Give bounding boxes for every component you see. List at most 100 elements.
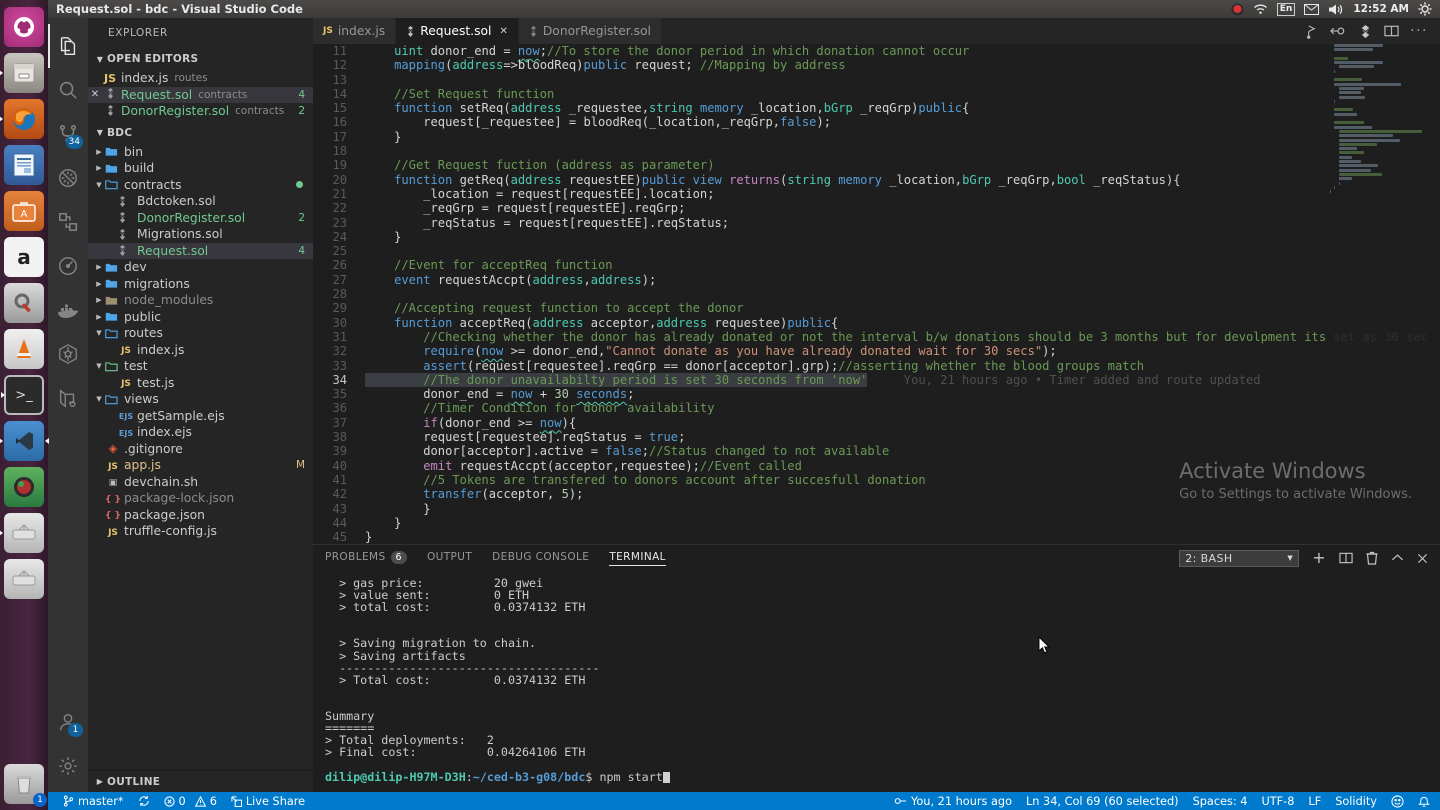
launcher-files[interactable]	[0, 53, 44, 93]
solidity-icon[interactable]	[1358, 24, 1373, 39]
tree-item-public[interactable]: ▶ public	[88, 309, 313, 326]
launcher-amazon[interactable]: a	[4, 237, 44, 277]
status-git-blame[interactable]: You, 21 hours ago	[887, 792, 1019, 810]
tree-item-package-json[interactable]: { } package.json	[88, 507, 313, 524]
tree-item-bin[interactable]: ▶ bin	[88, 144, 313, 161]
launcher-disk-1[interactable]	[0, 513, 44, 553]
launcher-disk-2[interactable]	[4, 559, 44, 599]
minimap[interactable]	[1330, 44, 1426, 544]
tree-item-package-lock-json[interactable]: { } package-lock.json	[88, 490, 313, 507]
terminal-selector[interactable]: 2: bash ▼	[1179, 549, 1300, 567]
split-debug-icon[interactable]	[1330, 24, 1347, 38]
activitybar-testing[interactable]	[48, 244, 88, 288]
launcher-ubuntu-dash[interactable]	[4, 7, 44, 47]
activitybar-docker[interactable]	[48, 288, 88, 332]
launcher-system-settings[interactable]	[4, 283, 44, 323]
activitybar-run-debug[interactable]	[48, 156, 88, 200]
status-warnings[interactable]: 6	[193, 792, 224, 810]
open-editor-donorregister-sol[interactable]: DonorRegister.sol contracts 2	[88, 103, 313, 120]
activitybar-extensions[interactable]	[48, 200, 88, 244]
tree-item-test[interactable]: ▼ test	[88, 358, 313, 375]
tree-item-truffle-config-js[interactable]: JS truffle-config.js	[88, 523, 313, 540]
tree-item-migrations[interactable]: ▶ migrations	[88, 276, 313, 293]
tree-item-views[interactable]: ▼ views	[88, 391, 313, 408]
status-errors[interactable]: 0	[157, 792, 193, 810]
activitybar-explorer[interactable]	[48, 24, 88, 68]
panel-tab-debug-console[interactable]: DEBUG CONSOLE	[492, 551, 589, 565]
mail-icon[interactable]	[1304, 3, 1320, 15]
tree-item-app-js[interactable]: JS app.js M	[88, 457, 313, 474]
activitybar-accounts[interactable]: 1	[48, 700, 88, 744]
status-eol[interactable]: LF	[1301, 792, 1328, 810]
status-notifications[interactable]	[1411, 792, 1432, 810]
panel-tab-terminal[interactable]: TERMINAL	[609, 551, 666, 566]
maximize-panel-icon[interactable]	[1391, 553, 1404, 563]
tree-item-request-sol[interactable]: Request.sol 4	[88, 242, 313, 259]
section-open-editors[interactable]: ▼ OPEN EDITORS	[88, 48, 313, 70]
editor-scrollbar[interactable]	[1426, 44, 1440, 544]
keyboard-layout-indicator[interactable]: En	[1276, 2, 1296, 16]
status-language-mode[interactable]: Solidity	[1328, 792, 1384, 810]
tab-donorregister-sol[interactable]: DonorRegister.sol	[518, 18, 662, 44]
section-outline[interactable]: ▶ OUTLINE	[88, 770, 313, 792]
activitybar-source-control[interactable]: 34	[48, 112, 88, 156]
launcher-shotwell[interactable]	[4, 467, 44, 507]
kill-terminal-icon[interactable]	[1366, 551, 1378, 565]
tree-item-bdctoken-sol[interactable]: Bdctoken.sol	[88, 193, 313, 210]
tree-item-index-js[interactable]: JS index.js	[88, 342, 313, 359]
tab-request-sol[interactable]: Request.sol ✕	[396, 18, 519, 44]
section-project-bdc[interactable]: ▼ BDC	[88, 122, 313, 144]
tree-item-routes[interactable]: ▼ routes	[88, 325, 313, 342]
launcher-ubuntu-software[interactable]: A	[4, 191, 44, 231]
wifi-icon[interactable]	[1253, 3, 1268, 15]
code-content[interactable]: 11 uint donor_end = now;//To store the d…	[313, 44, 1440, 544]
gear-icon[interactable]	[1418, 2, 1432, 16]
launcher-terminal[interactable]: >_	[1, 375, 44, 415]
split-terminal-icon[interactable]	[1339, 552, 1353, 564]
tree-item-dev[interactable]: ▶ dev	[88, 259, 313, 276]
status-live-share[interactable]: Live Share	[224, 792, 312, 810]
open-editor-index-js[interactable]: JS index.js routes	[88, 70, 313, 87]
split-editor-icon[interactable]	[1384, 24, 1399, 38]
launcher-libreoffice-writer[interactable]	[4, 145, 44, 185]
tree-item-build[interactable]: ▶ build	[88, 160, 313, 177]
panel-tab-output[interactable]: OUTPUT	[427, 551, 472, 565]
open-editor-request-sol[interactable]: ✕ Request.sol contracts 4	[88, 86, 313, 103]
activitybar-kubernetes[interactable]	[48, 332, 88, 376]
tab-index-js[interactable]: JS index.js	[313, 18, 397, 44]
status-sync[interactable]	[131, 792, 157, 810]
launcher-firefox[interactable]	[0, 99, 44, 139]
panel-tab-problems[interactable]: PROBLEMS 6	[325, 550, 407, 566]
status-encoding[interactable]: UTF-8	[1254, 792, 1301, 810]
status-feedback[interactable]	[1384, 792, 1411, 810]
activitybar-search[interactable]	[48, 68, 88, 112]
tree-item-getsample-ejs[interactable]: EJS getSample.ejs	[88, 408, 313, 425]
launcher-vlc[interactable]	[4, 329, 44, 369]
tree-item-devchain-sh[interactable]: ▣ devchain.sh	[88, 474, 313, 491]
activitybar-live-share[interactable]	[48, 376, 88, 420]
code-editor[interactable]: 11 uint donor_end = now;//To store the d…	[313, 44, 1440, 544]
terminal-output[interactable]: > gas price: 20 gwei > value sent: 0 ETH…	[313, 571, 1440, 792]
activitybar-manage[interactable]	[48, 744, 88, 788]
status-branch[interactable]: master*	[56, 792, 131, 810]
more-actions-icon[interactable]: ···	[1410, 24, 1428, 38]
close-icon[interactable]: ✕	[499, 26, 507, 37]
launcher-visual-studio-code[interactable]	[0, 421, 49, 461]
run-icon[interactable]	[1304, 24, 1319, 39]
status-cursor-position[interactable]: Ln 34, Col 69 (60 selected)	[1019, 792, 1186, 810]
volume-icon[interactable]	[1328, 3, 1344, 16]
record-icon[interactable]	[1231, 3, 1244, 16]
tree-item-test-js[interactable]: JS test.js	[88, 375, 313, 392]
close-panel-icon[interactable]	[1417, 553, 1428, 564]
clock[interactable]: 12:52 AM	[1353, 3, 1409, 15]
tree-item-node-modules[interactable]: ▶ node_modules	[88, 292, 313, 309]
close-icon[interactable]: ✕	[88, 89, 102, 100]
status-indentation[interactable]: Spaces: 4	[1186, 792, 1255, 810]
tree-item-donorregister-sol[interactable]: DonorRegister.sol 2	[88, 210, 313, 227]
new-terminal-icon[interactable]: +	[1312, 550, 1326, 566]
tree-item-contracts[interactable]: ▼ contracts	[88, 177, 313, 194]
tree-item-index-ejs[interactable]: EJS index.ejs	[88, 424, 313, 441]
launcher-trash[interactable]: 1	[4, 764, 47, 807]
tree-item-migrations-sol[interactable]: Migrations.sol	[88, 226, 313, 243]
tree-item--gitignore[interactable]: ◈ .gitignore	[88, 441, 313, 458]
